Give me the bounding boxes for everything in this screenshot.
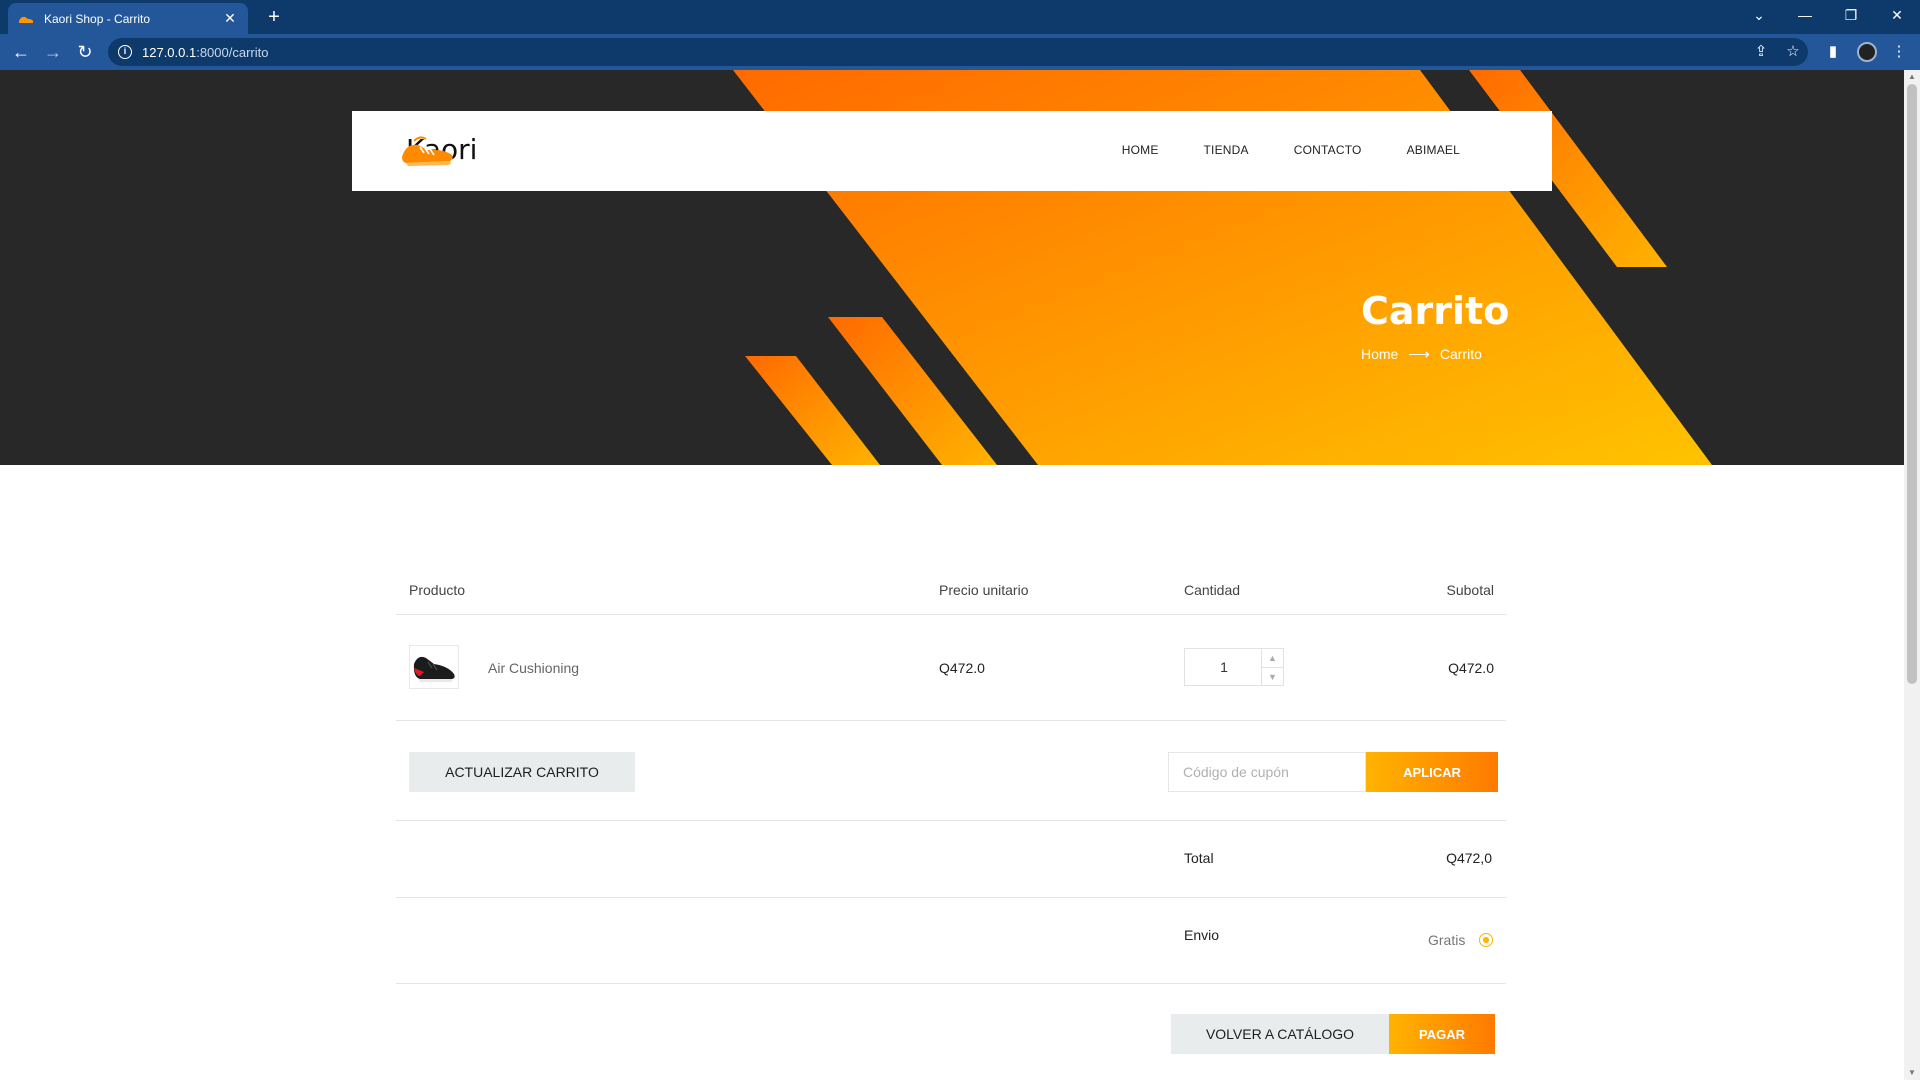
product-name[interactable]: Air Cushioning <box>488 660 579 676</box>
column-header-product: Producto <box>409 582 466 598</box>
browser-tab-bar: Kaori Shop - Carrito ✕ + ⌄ — ❐ ✕ <box>0 0 1920 34</box>
scroll-up-icon[interactable]: ▲ <box>1904 70 1920 84</box>
close-tab-icon[interactable]: ✕ <box>222 10 238 27</box>
divider <box>396 720 1506 721</box>
shoe-logo-icon <box>402 136 453 166</box>
minimize-icon[interactable]: — <box>1782 0 1828 30</box>
more-menu-icon[interactable]: ⋮ <box>1886 39 1912 65</box>
reload-icon[interactable]: ↻ <box>72 39 98 65</box>
page-title: Carrito <box>1361 289 1510 333</box>
shipping-free-radio[interactable] <box>1479 933 1493 947</box>
scrollbar-thumb[interactable] <box>1907 84 1917 684</box>
divider <box>396 983 1506 984</box>
quantity-up-icon[interactable]: ▲ <box>1261 649 1283 667</box>
url-path: :8000/carrito <box>196 44 269 60</box>
breadcrumb: Home ⟶ Carrito <box>1361 345 1482 363</box>
product-thumbnail[interactable] <box>409 645 459 689</box>
nav-contacto[interactable]: CONTACTO <box>1294 143 1362 157</box>
quantity-stepper: ▲ ▼ <box>1184 648 1284 686</box>
divider <box>396 820 1506 821</box>
shipping-label: Envio <box>1184 927 1220 943</box>
product-unit-price: Q472.0 <box>939 660 985 676</box>
coupon-input[interactable] <box>1168 752 1366 792</box>
product-subtotal: Q472.0 <box>1448 660 1494 676</box>
tab-title: Kaori Shop - Carrito <box>44 11 151 26</box>
browser-tab[interactable]: Kaori Shop - Carrito ✕ <box>8 3 248 34</box>
forward-icon[interactable]: → <box>40 39 66 65</box>
hero-banner: Kaori HOME TIENDA CONTACTO ABIMAEL Carri… <box>0 70 1904 465</box>
back-icon[interactable]: ← <box>8 39 34 65</box>
browser-toolbar: ← → ↻ i 127.0.0.1:8000/carrito ⇪ ☆ ▮ ⋮ <box>0 34 1920 70</box>
nav-user-abimael[interactable]: ABIMAEL <box>1407 143 1460 157</box>
site-info-icon[interactable]: i <box>118 45 132 59</box>
breadcrumb-home[interactable]: Home <box>1361 346 1398 362</box>
site-logo[interactable]: Kaori <box>400 133 477 166</box>
profile-avatar[interactable] <box>1857 42 1877 62</box>
column-header-subtotal: Subotal <box>1446 582 1494 598</box>
quantity-input[interactable] <box>1185 649 1263 685</box>
shipping-option-label: Gratis <box>1428 932 1466 948</box>
site-navbar: Kaori HOME TIENDA CONTACTO ABIMAEL <box>352 111 1552 191</box>
breadcrumb-current: Carrito <box>1439 346 1482 362</box>
update-cart-button[interactable]: ACTUALIZAR CARRITO <box>409 752 635 792</box>
shoe-favicon-icon <box>19 16 33 23</box>
total-value: Q472,0 <box>1446 850 1492 866</box>
nav-tienda[interactable]: TIENDA <box>1204 143 1249 157</box>
total-label: Total <box>1184 850 1214 866</box>
nav-home[interactable]: HOME <box>1122 143 1159 157</box>
column-header-quantity: Cantidad <box>1184 582 1241 598</box>
close-window-icon[interactable]: ✕ <box>1874 0 1920 30</box>
apply-coupon-button[interactable]: APLICAR <box>1366 752 1498 792</box>
column-header-unit-price: Precio unitario <box>939 582 1029 598</box>
address-bar[interactable]: i 127.0.0.1:8000/carrito <box>108 38 1808 66</box>
arrow-right-icon: ⟶ <box>1408 346 1430 363</box>
pay-button[interactable]: PAGAR <box>1389 1014 1495 1054</box>
page-viewport: Kaori HOME TIENDA CONTACTO ABIMAEL Carri… <box>0 70 1904 1080</box>
main-menu: HOME TIENDA CONTACTO ABIMAEL <box>1077 143 1460 157</box>
page-scrollbar[interactable]: ▲ ▼ <box>1904 70 1920 1080</box>
url-host: 127.0.0.1 <box>142 44 197 60</box>
restore-icon[interactable]: ❐ <box>1828 0 1874 30</box>
scroll-down-icon[interactable]: ▼ <box>1904 1066 1920 1080</box>
back-to-catalog-button[interactable]: VOLVER A CATÁLOGO <box>1171 1014 1389 1054</box>
quantity-down-icon[interactable]: ▼ <box>1261 667 1283 685</box>
divider <box>396 614 1506 615</box>
sneaker-image <box>413 656 455 682</box>
side-panel-icon[interactable]: ▮ <box>1820 39 1846 65</box>
divider <box>396 897 1506 898</box>
bookmark-star-icon[interactable]: ☆ <box>1780 39 1806 65</box>
new-tab-button[interactable]: + <box>262 6 286 28</box>
share-icon[interactable]: ⇪ <box>1748 39 1774 65</box>
tab-search-icon[interactable]: ⌄ <box>1736 0 1782 30</box>
